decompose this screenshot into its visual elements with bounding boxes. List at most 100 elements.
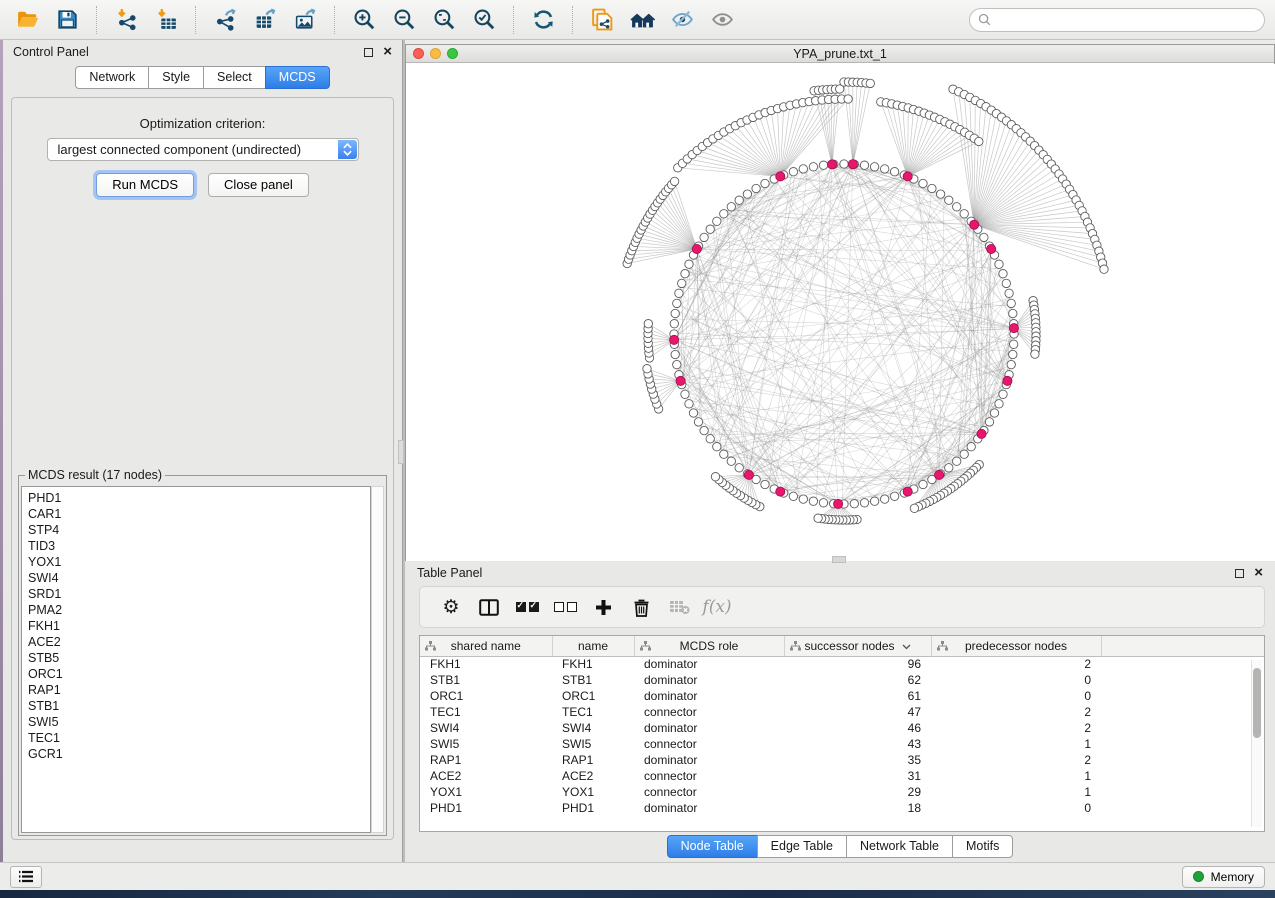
network-dominator-node[interactable]	[776, 487, 785, 496]
network-node[interactable]	[735, 196, 743, 204]
network-node[interactable]	[1002, 279, 1010, 287]
table-cell[interactable]: dominator	[634, 688, 784, 704]
table-cell[interactable]: 1	[931, 784, 1101, 800]
table-cell[interactable]: 43	[784, 736, 931, 752]
table-cell[interactable]: SWI4	[420, 720, 552, 736]
zoom-selected-icon[interactable]	[467, 4, 501, 36]
save-session-icon[interactable]	[50, 4, 84, 36]
network-dominator-node[interactable]	[1003, 376, 1012, 385]
mcds-result-item[interactable]: TEC1	[28, 730, 370, 746]
table-scrollbar[interactable]	[1251, 660, 1262, 827]
network-node[interactable]	[671, 350, 679, 358]
mcds-result-item[interactable]: YOX1	[28, 554, 370, 570]
table-cell[interactable]: 18	[784, 800, 931, 816]
network-dominator-node[interactable]	[903, 487, 912, 496]
network-node[interactable]	[1007, 360, 1015, 368]
close-panel-icon[interactable]: ×	[383, 47, 392, 57]
table-cell[interactable]: 0	[931, 688, 1101, 704]
table-cell[interactable]: SWI5	[552, 736, 634, 752]
network-node[interactable]	[967, 443, 975, 451]
network-node[interactable]	[720, 450, 728, 458]
memory-button[interactable]: Memory	[1182, 866, 1265, 888]
network-node[interactable]	[910, 504, 918, 512]
network-node[interactable]	[999, 390, 1007, 398]
network-node[interactable]	[945, 196, 953, 204]
zoom-fit-icon[interactable]	[427, 4, 461, 36]
network-node[interactable]	[919, 480, 927, 488]
table-cell[interactable]: FKH1	[552, 656, 634, 672]
vertical-splitter-grip[interactable]	[398, 440, 404, 464]
network-node[interactable]	[685, 260, 693, 268]
table-cell[interactable]: 46	[784, 720, 931, 736]
table-cell[interactable]: 2	[931, 704, 1101, 720]
mcds-result-item[interactable]: ORC1	[28, 666, 370, 682]
network-node[interactable]	[735, 464, 743, 472]
table-cell[interactable]: connector	[634, 784, 784, 800]
network-dominator-node[interactable]	[670, 335, 679, 344]
mcds-result-item[interactable]: RAP1	[28, 682, 370, 698]
network-node[interactable]	[919, 179, 927, 187]
network-dominator-node[interactable]	[987, 244, 996, 253]
add-column-icon[interactable]	[584, 599, 622, 616]
delete-column-icon[interactable]	[622, 598, 660, 617]
network-dominator-node[interactable]	[970, 220, 979, 229]
network-node[interactable]	[860, 161, 868, 169]
close-panel-button[interactable]: Close panel	[208, 173, 309, 197]
table-cell[interactable]: connector	[634, 736, 784, 752]
network-node[interactable]	[995, 400, 1003, 408]
table-cell[interactable]: dominator	[634, 752, 784, 768]
table-cell[interactable]: SWI4	[552, 720, 634, 736]
table-cell[interactable]: 96	[784, 656, 931, 672]
select-all-checkboxes-icon[interactable]	[508, 602, 546, 612]
table-cell[interactable]: connector	[634, 768, 784, 784]
result-list-scrollbar[interactable]	[371, 486, 384, 833]
table-cell[interactable]	[1101, 656, 1265, 672]
hide-selected-icon[interactable]	[665, 4, 699, 36]
mcds-result-item[interactable]: SWI4	[28, 570, 370, 586]
network-node[interactable]	[995, 260, 1003, 268]
table-row[interactable]: ACE2ACE2connector311	[420, 768, 1265, 784]
table-cell[interactable]: 2	[931, 656, 1101, 672]
table-cell[interactable]	[1101, 800, 1265, 816]
tab-select[interactable]: Select	[203, 66, 266, 89]
table-cell[interactable]: STB1	[420, 672, 552, 688]
table-cell[interactable]	[1101, 720, 1265, 736]
table-cell[interactable]: 0	[931, 800, 1101, 816]
column-header-successor-nodes[interactable]: successor nodes	[784, 636, 931, 656]
network-node[interactable]	[670, 320, 678, 328]
column-layout-icon[interactable]	[470, 599, 508, 616]
show-all-icon[interactable]	[705, 4, 739, 36]
table-cell[interactable]: 29	[784, 784, 931, 800]
column-header-predecessor-nodes[interactable]: predecessor nodes	[931, 636, 1101, 656]
network-node[interactable]	[975, 137, 983, 145]
table-cell[interactable]: dominator	[634, 656, 784, 672]
table-settings-gear-icon[interactable]: ⚙	[432, 598, 470, 617]
tab-edge-table[interactable]: Edge Table	[757, 835, 847, 858]
table-cell[interactable]: YOX1	[420, 784, 552, 800]
network-dominator-node[interactable]	[935, 470, 944, 479]
network-node[interactable]	[990, 409, 998, 417]
mcds-result-item[interactable]: ACE2	[28, 634, 370, 650]
table-cell[interactable]: dominator	[634, 800, 784, 816]
mcds-result-item[interactable]: FKH1	[28, 618, 370, 634]
network-node[interactable]	[727, 457, 735, 465]
network-node[interactable]	[673, 299, 681, 307]
float-table-panel-icon[interactable]	[1235, 569, 1244, 578]
network-node[interactable]	[945, 464, 953, 472]
network-node[interactable]	[713, 443, 721, 451]
deselect-all-checkboxes-icon[interactable]	[546, 602, 584, 612]
network-node[interactable]	[685, 400, 693, 408]
table-cell[interactable]	[1101, 688, 1265, 704]
table-cell[interactable]: 31	[784, 768, 931, 784]
horizontal-splitter-grip[interactable]	[832, 556, 846, 563]
table-cell[interactable]: RAP1	[420, 752, 552, 768]
zoom-out-icon[interactable]	[387, 4, 421, 36]
export-network-icon[interactable]	[208, 4, 242, 36]
tab-network-table[interactable]: Network Table	[846, 835, 953, 858]
table-row[interactable]: SWI5SWI5connector431	[420, 736, 1265, 752]
tab-mcds[interactable]: MCDS	[265, 66, 330, 89]
table-cell[interactable]: connector	[634, 704, 784, 720]
table-row[interactable]: RAP1RAP1dominator352	[420, 752, 1265, 768]
table-cell[interactable]	[1101, 704, 1265, 720]
table-cell[interactable]: ACE2	[552, 768, 634, 784]
